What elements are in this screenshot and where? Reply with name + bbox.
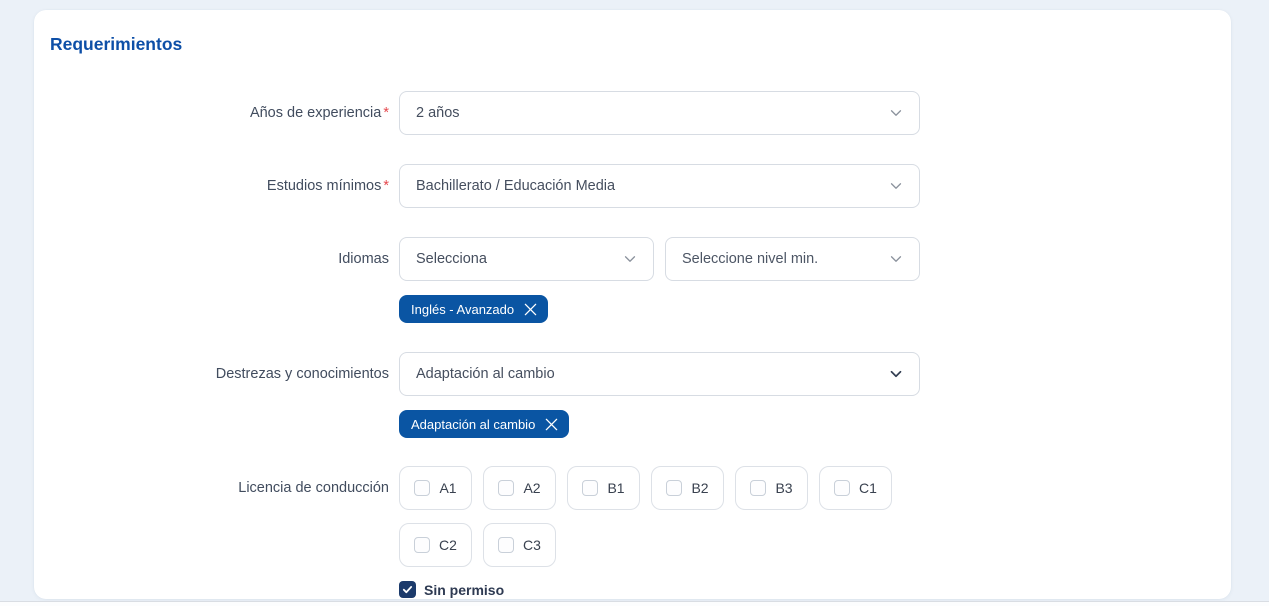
chevron-down-icon [887,104,905,122]
language-level-placeholder: Seleccione nivel min. [682,251,887,267]
license-option-c2[interactable]: C2 [399,523,472,567]
skills-select-value: Adaptación al cambio [416,366,887,382]
sin-permiso-row: Sin permiso [399,581,1231,598]
license-option-c1[interactable]: C1 [819,466,892,510]
checkbox-unchecked[interactable] [498,480,514,496]
requirements-form: Años de experiencia* 2 años Estudios mín… [50,91,1231,598]
section-title: Requerimientos [50,34,1231,55]
checkbox-unchecked[interactable] [582,480,598,496]
check-icon [402,584,413,595]
license-option-a1[interactable]: A1 [399,466,472,510]
chevron-down-icon [887,177,905,195]
row-skills: Destrezas y conocimientos Adaptación al … [50,352,1231,438]
experience-select-value: 2 años [416,105,887,121]
language-tag-label: Inglés - Avanzado [411,302,514,317]
checkbox-unchecked[interactable] [414,537,430,553]
checkbox-unchecked[interactable] [750,480,766,496]
requirements-card: Requerimientos Años de experiencia* 2 añ… [34,10,1231,599]
experience-select[interactable]: 2 años [399,91,920,135]
languages-label: Idiomas [50,237,399,281]
skill-tag: Adaptación al cambio [399,410,569,438]
language-tag: Inglés - Avanzado [399,295,548,323]
sin-permiso-checkbox[interactable] [399,581,416,598]
skill-tag-label: Adaptación al cambio [411,417,535,432]
checkbox-unchecked[interactable] [414,480,430,496]
checkbox-unchecked[interactable] [666,480,682,496]
education-select[interactable]: Bachillerato / Educación Media [399,164,920,208]
language-select[interactable]: Selecciona [399,237,654,281]
license-option-b3[interactable]: B3 [735,466,808,510]
row-languages: Idiomas Selecciona Seleccione nivel min. [50,237,1231,323]
language-level-select[interactable]: Seleccione nivel min. [665,237,920,281]
chevron-down-icon [887,250,905,268]
row-education: Estudios mínimos* Bachillerato / Educaci… [50,164,1231,208]
chevron-down-icon [887,365,905,383]
skills-label: Destrezas y conocimientos [50,352,399,396]
license-option-c3[interactable]: C3 [483,523,556,567]
row-experience: Años de experiencia* 2 años [50,91,1231,135]
required-asterisk: * [383,178,389,194]
close-icon[interactable] [523,302,538,317]
experience-label: Años de experiencia* [50,91,399,135]
language-select-placeholder: Selecciona [416,251,621,267]
close-icon[interactable] [544,417,559,432]
education-select-value: Bachillerato / Educación Media [416,178,887,194]
chevron-down-icon [621,250,639,268]
checkbox-unchecked[interactable] [498,537,514,553]
license-option-b2[interactable]: B2 [651,466,724,510]
required-asterisk: * [383,105,389,121]
row-driving-license: Licencia de conducción A1 A2 B1 [50,466,1231,567]
education-label: Estudios mínimos* [50,164,399,208]
bottom-bar-divider [0,601,1269,606]
checkbox-unchecked[interactable] [834,480,850,496]
license-option-b1[interactable]: B1 [567,466,640,510]
driving-license-label: Licencia de conducción [50,466,399,510]
sin-permiso-label[interactable]: Sin permiso [424,582,504,598]
skills-select[interactable]: Adaptación al cambio [399,352,920,396]
license-option-a2[interactable]: A2 [483,466,556,510]
